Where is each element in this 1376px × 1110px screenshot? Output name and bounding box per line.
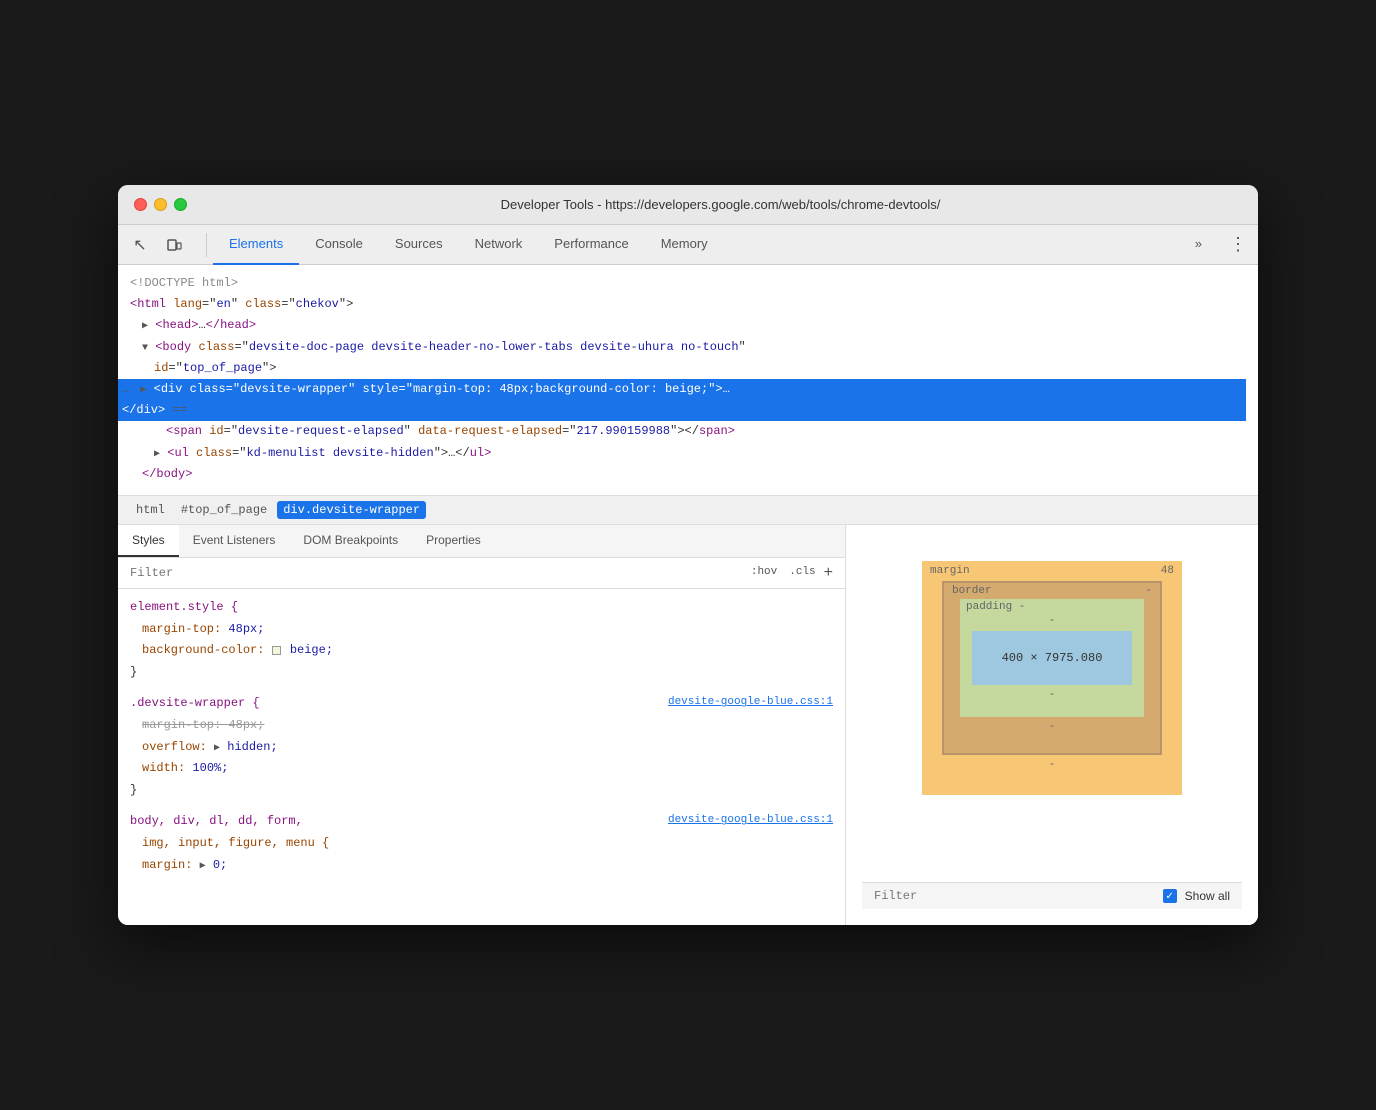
style-rule-selector-wrapper: .devsite-wrapper { devsite-google-blue.c… [130,693,833,715]
style-prop-margin-top-strike[interactable]: margin-top: 48px; [130,715,833,737]
style-rule-selector-body: body, div, dl, dd, form, devsite-google-… [130,811,833,833]
cursor-icon[interactable]: ↖ [126,231,154,259]
style-prop-margin-top[interactable]: margin-top: 48px; [130,619,833,641]
computed-filter-input[interactable] [874,889,1155,903]
traffic-lights [134,198,187,211]
tab-event-listeners[interactable]: Event Listeners [179,525,290,557]
style-link-devsite-blue[interactable]: devsite-google-blue.css:1 [668,693,833,713]
bm-padding-bottom: - [972,689,1132,701]
dom-tree[interactable]: <!DOCTYPE html> <html lang="en" class="c… [118,265,1258,495]
maximize-button[interactable] [174,198,187,211]
breadcrumb-top-of-page[interactable]: #top_of_page [175,501,273,519]
style-rule-close-2: } [130,780,833,802]
minimize-button[interactable] [154,198,167,211]
tab-properties[interactable]: Properties [412,525,495,557]
dom-line-doctype: <!DOCTYPE html> [130,273,1246,294]
device-icon[interactable] [160,231,188,259]
breadcrumb-div-wrapper[interactable]: div.devsite-wrapper [277,501,426,519]
style-prop-margin[interactable]: margin: ▶ 0; [130,855,833,877]
breadcrumb: html #top_of_page div.devsite-wrapper [118,495,1258,525]
dom-line-body[interactable]: ▼ <body class="devsite-doc-page devsite-… [130,337,1246,358]
main-content: <!DOCTYPE html> <html lang="en" class="c… [118,265,1258,925]
bm-margin-value: 48 [1161,565,1174,577]
bottom-bar: Show all [862,882,1242,909]
bm-margin-box[interactable]: margin 48 border - padding - - 400 × 797… [922,561,1182,795]
style-prop-overflow[interactable]: overflow: ▶ hidden; [130,737,833,759]
style-prop-width[interactable]: width: 100%; [130,758,833,780]
bm-border-box[interactable]: border - padding - - 400 × 7975.080 - - [942,581,1162,755]
tab-sources[interactable]: Sources [379,225,459,265]
tab-elements[interactable]: Elements [213,225,299,265]
bm-margin-label: margin [930,565,970,577]
style-rule-element: element.style { margin-top: 48px; backgr… [130,597,833,683]
bm-padding-box[interactable]: padding - - 400 × 7975.080 - [960,599,1144,717]
bm-border-bottom: - [960,721,1144,733]
style-link-devsite-blue-2[interactable]: devsite-google-blue.css:1 [668,811,833,831]
more-tabs-button[interactable]: » [1179,236,1218,253]
bm-margin-bottom: - [942,759,1162,771]
devtools-menu-button[interactable]: ⋮ [1226,233,1250,257]
show-all-label: Show all [1185,889,1230,903]
tab-dom-breakpoints[interactable]: DOM Breakpoints [289,525,412,557]
sub-tabs: Styles Event Listeners DOM Breakpoints P… [118,525,845,558]
toolbar-end: » ⋮ [1179,233,1250,257]
main-toolbar: ↖ Elements Console Sources Network Perfo… [118,225,1258,265]
box-model-diagram: margin 48 border - padding - - 400 × 797… [922,561,1182,795]
styles-content: element.style { margin-top: 48px; backgr… [118,589,845,925]
bm-border-value: - [1145,585,1152,597]
dom-line-html[interactable]: <html lang="en" class="chekov"> [130,294,1246,315]
tab-performance[interactable]: Performance [538,225,644,265]
style-prop-bg-color[interactable]: background-color: beige; [130,640,833,662]
tab-styles[interactable]: Styles [118,525,179,557]
box-model-panel: margin 48 border - padding - - 400 × 797… [846,525,1258,925]
bm-padding-label: padding - [966,601,1025,613]
title-bar: Developer Tools - https://developers.goo… [118,185,1258,225]
toolbar-icons: ↖ [126,231,188,259]
tab-network[interactable]: Network [459,225,539,265]
tab-memory[interactable]: Memory [645,225,724,265]
dom-line-div-selected[interactable]: … ▶ <div class="devsite-wrapper" style="… [118,379,1246,400]
dom-line-span[interactable]: <span id="devsite-request-elapsed" data-… [130,421,1246,442]
style-rule-body-div: body, div, dl, dd, form, devsite-google-… [130,811,833,876]
style-filter-input[interactable] [130,566,739,580]
styles-panel: Styles Event Listeners DOM Breakpoints P… [118,525,846,925]
close-button[interactable] [134,198,147,211]
bm-padding-top: - [972,615,1132,627]
devtools-window: Developer Tools - https://developers.goo… [118,185,1258,925]
show-all-checkbox[interactable] [1163,889,1177,903]
color-swatch-beige[interactable] [272,646,281,655]
toolbar-separator [206,233,207,257]
dom-line-ul[interactable]: ▶ <ul class="kd-menulist devsite-hidden"… [130,443,1246,464]
window-title: Developer Tools - https://developers.goo… [199,197,1242,212]
filter-bar: :hov .cls + [118,558,845,589]
style-prop-img-input: img, input, figure, menu { [130,833,833,855]
style-rule-devsite-wrapper: .devsite-wrapper { devsite-google-blue.c… [130,693,833,801]
dom-line-div-close[interactable]: </div> == $0 [118,400,1246,421]
main-tabs: Elements Console Sources Network Perform… [213,225,724,265]
breadcrumb-html[interactable]: html [130,501,171,519]
cls-filter-button[interactable]: .cls [785,564,819,582]
add-style-button[interactable]: + [824,564,833,582]
filter-buttons: :hov .cls + [747,564,833,582]
dom-line-body-close: </body> [130,464,1246,485]
dom-line-head[interactable]: ▶ <head>…</head> [130,315,1246,336]
style-rule-selector: element.style { [130,597,833,619]
tab-console[interactable]: Console [299,225,379,265]
bm-border-label: border [952,585,992,597]
dom-line-body-id[interactable]: id="top_of_page"> [130,358,1246,379]
hov-filter-button[interactable]: :hov [747,564,781,582]
style-rule-close: } [130,662,833,684]
lower-panel: Styles Event Listeners DOM Breakpoints P… [118,525,1258,925]
bm-content-box[interactable]: 400 × 7975.080 [972,631,1132,685]
